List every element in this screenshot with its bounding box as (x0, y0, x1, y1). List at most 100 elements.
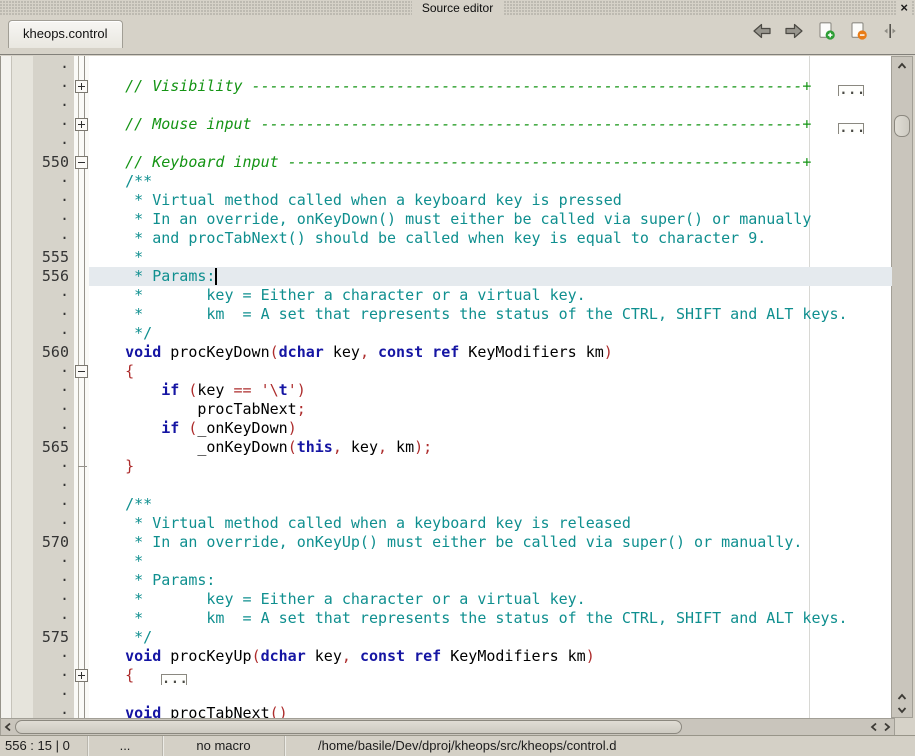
code-text[interactable] (89, 685, 892, 704)
code-text[interactable]: // Keyboard input ----------------------… (89, 153, 892, 172)
code-region[interactable]: ·· // Visibility -----------------------… (0, 56, 892, 718)
nav-back-button[interactable] (751, 23, 773, 43)
line-number: · (1, 400, 74, 419)
fold-margin-cell (74, 324, 89, 343)
folded-ellipsis[interactable]: ... (838, 123, 864, 134)
code-text[interactable]: /** (89, 495, 892, 514)
titlebar[interactable]: Source editor × (0, 0, 915, 16)
code-text[interactable]: * Virtual method called when a keyboard … (89, 514, 892, 533)
code-text[interactable]: * km = A set that represents the status … (89, 305, 892, 324)
line-number: · (1, 115, 74, 134)
tab-kheops-control[interactable]: kheops.control (8, 20, 123, 48)
code-text[interactable]: void procTabNext() (89, 704, 892, 718)
code-line: · (1, 134, 892, 153)
status-macro-state: no macro (163, 736, 285, 756)
code-text[interactable]: */ (89, 628, 892, 647)
horizontal-scrollbar[interactable] (0, 718, 895, 736)
code-line: · /** (1, 495, 892, 514)
code-line: 565 _onKeyDown(this, key, km); (1, 438, 892, 457)
code-text[interactable]: * (89, 552, 892, 571)
fold-end-marker (78, 466, 87, 467)
text-cursor (215, 268, 217, 285)
code-text[interactable] (89, 134, 892, 153)
code-text[interactable]: */ (89, 324, 892, 343)
fold-margin-cell (74, 495, 89, 514)
folded-ellipsis[interactable]: ... (838, 85, 864, 96)
code-text[interactable]: * key = Either a character or a virtual … (89, 590, 892, 609)
code-text[interactable]: * and procTabNext() should be called whe… (89, 229, 892, 248)
code-text[interactable]: void procKeyUp(dchar key, const ref KeyM… (89, 647, 892, 666)
scroll-up-button-bottom[interactable] (892, 690, 912, 703)
code-text[interactable]: _onKeyDown(this, key, km); (89, 438, 892, 457)
code-line: 556 * Params: (1, 267, 892, 286)
code-text[interactable]: * In an override, onKeyUp() must either … (89, 533, 892, 552)
fold-collapse-icon[interactable] (75, 365, 88, 378)
code-line: 570 * In an override, onKeyUp() must eit… (1, 533, 892, 552)
editor-frame: ·· // Visibility -----------------------… (0, 54, 915, 736)
code-text[interactable]: if (key == '\t') (89, 381, 892, 400)
nav-forward-button[interactable] (783, 23, 805, 43)
scroll-up-button[interactable] (892, 59, 912, 72)
line-number: · (1, 419, 74, 438)
editor-toolbar (751, 23, 901, 43)
line-number: · (1, 172, 74, 191)
fold-expand-icon[interactable] (75, 80, 88, 93)
line-number: · (1, 495, 74, 514)
code-text[interactable]: { (89, 362, 892, 381)
folded-ellipsis[interactable]: ... (161, 674, 187, 685)
code-text[interactable]: * Params: (89, 267, 892, 286)
code-text[interactable]: * km = A set that represents the status … (89, 609, 892, 628)
scroll-right-button[interactable] (880, 719, 893, 735)
close-document-button[interactable] (847, 23, 869, 43)
fold-margin-cell (74, 191, 89, 210)
fold-margin-cell (74, 476, 89, 495)
code-text[interactable] (89, 476, 892, 495)
code-line: · * km = A set that represents the statu… (1, 305, 892, 324)
fold-expand-icon[interactable] (75, 118, 88, 131)
fold-margin-cell (74, 172, 89, 191)
line-number: · (1, 324, 74, 343)
code-line: · * Virtual method called when a keyboar… (1, 514, 892, 533)
fold-margin-cell (74, 457, 89, 476)
code-text[interactable]: * Virtual method called when a keyboard … (89, 191, 892, 210)
code-text[interactable]: // Visibility --------------------------… (89, 77, 892, 96)
code-text[interactable]: * (89, 248, 892, 267)
horizontal-scroll-thumb[interactable] (15, 720, 682, 734)
code-text[interactable]: procTabNext; (89, 400, 892, 419)
fold-margin-cell (74, 362, 89, 381)
fold-collapse-icon[interactable] (75, 156, 88, 169)
code-text[interactable]: } (89, 457, 892, 476)
line-number: · (1, 305, 74, 324)
close-icon[interactable]: × (897, 0, 911, 16)
chevron-right-icon (882, 721, 892, 733)
fold-expand-icon[interactable] (75, 669, 88, 682)
code-text[interactable] (89, 96, 892, 115)
code-text[interactable]: {... (89, 666, 892, 685)
line-number: · (1, 58, 74, 77)
scroll-left-button-right[interactable] (867, 719, 880, 735)
vertical-scrollbar[interactable] (891, 56, 913, 718)
scroll-left-button[interactable] (1, 719, 14, 735)
code-text[interactable]: * Params: (89, 571, 892, 590)
code-line: · void procTabNext() (1, 704, 892, 718)
code-line: · if (_onKeyDown) (1, 419, 892, 438)
code-text[interactable]: void procKeyDown(dchar key, const ref Ke… (89, 343, 892, 362)
code-text[interactable]: // Mouse input -------------------------… (89, 115, 892, 134)
code-text[interactable]: /** (89, 172, 892, 191)
split-view-button[interactable] (879, 23, 901, 43)
chevron-up-icon (896, 61, 908, 71)
vertical-scroll-thumb[interactable] (894, 115, 910, 137)
line-number: · (1, 609, 74, 628)
fold-margin-cell (74, 210, 89, 229)
new-document-button[interactable] (815, 23, 837, 43)
chevron-left-icon (869, 721, 879, 733)
scroll-down-button[interactable] (892, 703, 912, 716)
code-text[interactable]: * In an override, onKeyDown() must eithe… (89, 210, 892, 229)
code-text[interactable]: if (_onKeyDown) (89, 419, 892, 438)
line-number: 565 (1, 438, 74, 457)
chevron-down-icon (896, 705, 908, 715)
fold-margin-cell (74, 134, 89, 153)
code-text[interactable]: * key = Either a character or a virtual … (89, 286, 892, 305)
code-text[interactable] (89, 58, 892, 77)
code-line: · * km = A set that represents the statu… (1, 609, 892, 628)
